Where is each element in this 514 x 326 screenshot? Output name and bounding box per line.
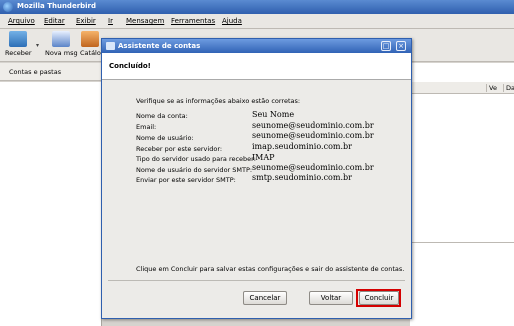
dialog-heading: Concluído! — [109, 62, 151, 70]
menu-editar[interactable]: Editar — [44, 17, 65, 25]
dialog-title: Assistente de contas — [118, 42, 201, 50]
get-mail-label: Receber — [5, 49, 32, 57]
finish-button[interactable]: Concluir — [359, 291, 399, 305]
menu-ferramentas[interactable]: Ferramentas — [171, 17, 215, 25]
account-wizard-dialog: Assistente de contas □ × Concluído! Veri… — [101, 38, 412, 319]
folder-pane[interactable] — [0, 82, 102, 326]
chevron-down-icon[interactable]: ▾ — [36, 42, 39, 49]
row-label: Email: — [136, 123, 157, 131]
main-title-bar: Mozilla Thunderbird — [0, 0, 514, 14]
row-label: Nome da conta: — [136, 112, 188, 120]
pane-divider — [410, 242, 514, 243]
row-value: Seu Nome — [252, 110, 295, 119]
row-value: IMAP — [252, 153, 275, 162]
new-message-label: Nova msg — [45, 49, 78, 57]
dialog-header: Concluído! — [102, 53, 411, 80]
button-separator — [108, 280, 405, 281]
row-label: Nome de usuário: — [136, 134, 194, 142]
intro-text: Verifique se as informações abaixo estão… — [136, 97, 301, 105]
get-mail-icon — [9, 31, 28, 47]
footer-text: Clique em Concluir para salvar estas con… — [136, 265, 405, 273]
thunderbird-icon — [3, 2, 13, 12]
menu-bar: Arquivo Editar Exibir Ir Mensagem Ferram… — [0, 14, 514, 29]
cancel-button[interactable]: Cancelar — [243, 291, 287, 305]
row-value: seunome@seudominio.com.br — [252, 163, 374, 172]
menu-exibir[interactable]: Exibir — [76, 17, 96, 25]
new-message-button[interactable]: Nova msg — [45, 31, 78, 57]
column-da[interactable]: Da — [503, 84, 514, 92]
message-pane[interactable] — [410, 63, 514, 326]
menu-ir[interactable]: Ir — [108, 17, 113, 25]
wizard-icon — [106, 42, 115, 50]
row-value: imap.seudominio.com.br — [252, 142, 352, 151]
window-title: Mozilla Thunderbird — [17, 2, 97, 10]
menu-mensagem[interactable]: Mensagem — [126, 17, 164, 25]
row-label: Tipo do servidor usado para receber: — [136, 155, 256, 163]
maximize-icon[interactable]: □ — [381, 41, 391, 51]
thread-column-header: Ve Da — [410, 82, 514, 94]
close-icon[interactable]: × — [396, 41, 406, 51]
row-value: seunome@seudominio.com.br — [252, 121, 374, 130]
row-label: Nome de usuário do servidor SMTP: — [136, 166, 253, 174]
get-mail-button[interactable]: Receber — [5, 31, 32, 57]
row-value: smtp.seudominio.com.br — [252, 173, 352, 182]
column-ve[interactable]: Ve — [486, 84, 497, 92]
folder-pane-header: Contas e pastas — [0, 63, 102, 81]
address-book-label: Catálo — [80, 49, 101, 57]
dialog-title-bar: Assistente de contas □ × — [102, 39, 411, 53]
address-book-icon — [81, 31, 100, 47]
row-label: Receber por este servidor: — [136, 145, 223, 153]
menu-ajuda[interactable]: Ajuda — [222, 17, 242, 25]
back-button[interactable]: Voltar — [309, 291, 353, 305]
row-value: seunome@seudominio.com.br — [252, 131, 374, 140]
new-message-icon — [52, 31, 71, 47]
menu-arquivo[interactable]: Arquivo — [8, 17, 35, 25]
row-label: Enviar por este servidor SMTP: — [136, 176, 236, 184]
address-book-button[interactable]: Catálo — [80, 31, 101, 57]
folder-pane-title: Contas e pastas — [9, 68, 62, 76]
